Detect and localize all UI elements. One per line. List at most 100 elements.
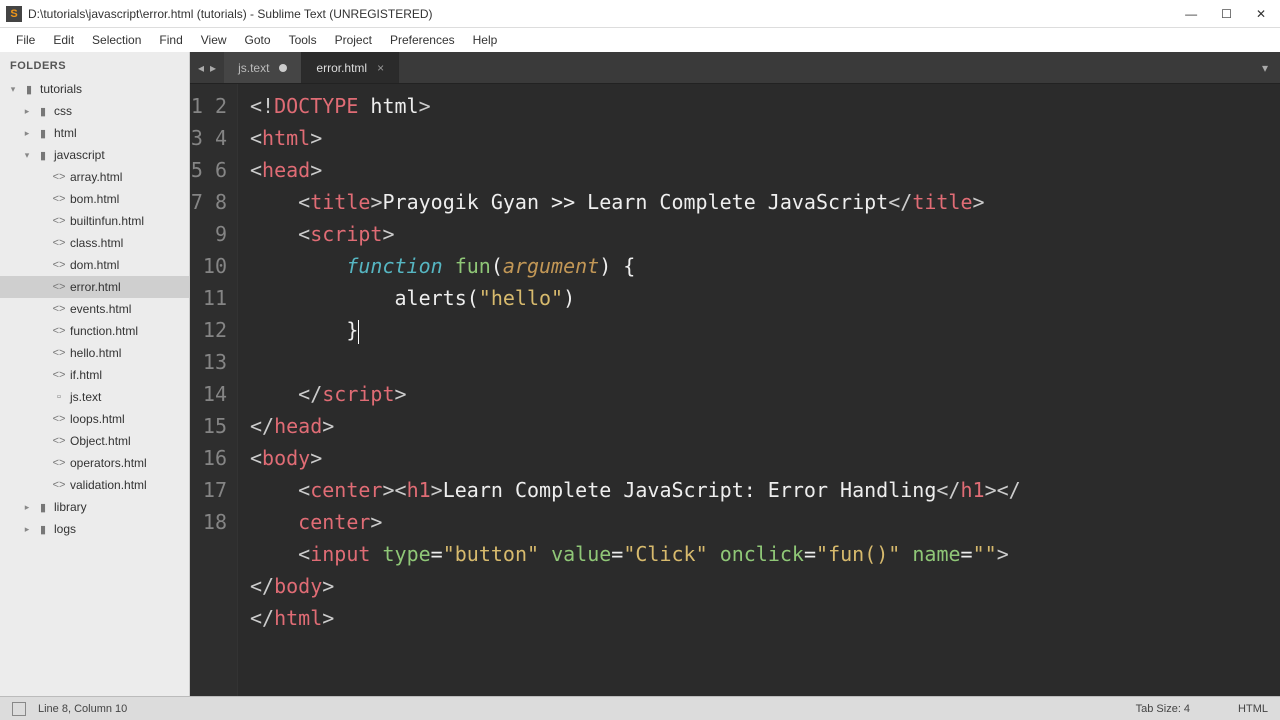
menu-edit[interactable]: Edit	[45, 31, 82, 49]
menu-view[interactable]: View	[193, 31, 235, 49]
folder-icon: ▮	[36, 523, 50, 536]
status-tabsize[interactable]: Tab Size: 4	[1136, 703, 1190, 715]
menu-selection[interactable]: Selection	[84, 31, 149, 49]
tree-label: if.html	[70, 368, 102, 382]
chevron-right-icon[interactable]: ▸	[22, 106, 32, 117]
folder-css[interactable]: ▸ ▮ css	[0, 100, 189, 122]
file-if.html[interactable]: <>if.html	[0, 364, 189, 386]
file-class.html[interactable]: <> class.html	[0, 232, 189, 254]
file-events.html[interactable]: <> events.html	[0, 298, 189, 320]
folder-icon: ▮	[36, 501, 50, 514]
folder-icon: ▮	[22, 83, 36, 96]
tab-js-text[interactable]: js.text	[224, 52, 302, 83]
code-file-icon: <>	[52, 193, 66, 205]
file-validation.html[interactable]: <>validation.html	[0, 474, 189, 496]
dirty-indicator-icon	[279, 64, 287, 72]
file-loops.html[interactable]: <> loops.html	[0, 408, 189, 430]
window-title: D:\tutorials\javascript\error.html (tuto…	[28, 7, 433, 21]
gutter: 1 2 3 4 5 6 7 8 9 10 11 12 13 14 15 16 1…	[190, 84, 238, 696]
code-file-icon: <>	[52, 413, 66, 425]
tree-label: class.html	[70, 236, 123, 250]
close-button[interactable]: ✕	[1256, 7, 1266, 21]
folder-library[interactable]: ▸ ▮ library	[0, 496, 189, 518]
tab-overflow-icon[interactable]: ▾	[1250, 52, 1280, 83]
tree-label: logs	[54, 522, 76, 536]
menu-help[interactable]: Help	[465, 31, 506, 49]
file-js.text[interactable]: ▫ js.text	[0, 386, 189, 408]
status-syntax[interactable]: HTML	[1238, 703, 1268, 715]
menu-file[interactable]: File	[8, 31, 43, 49]
file-error.html[interactable]: <> error.html	[0, 276, 189, 298]
folder-icon: ▮	[36, 105, 50, 118]
folder-icon: ▮	[36, 149, 50, 162]
folder-tutorials[interactable]: ▾ ▮ tutorials	[0, 78, 189, 100]
nav-forward-icon[interactable]: ▸	[210, 61, 216, 75]
tab-label: js.text	[238, 61, 269, 75]
tree-label: bom.html	[70, 192, 119, 206]
titlebar: S D:\tutorials\javascript\error.html (tu…	[0, 0, 1280, 28]
tree-label: html	[54, 126, 77, 140]
file-operators.html[interactable]: <> operators.html	[0, 452, 189, 474]
tab-close-icon[interactable]: ×	[377, 61, 384, 75]
file-hello.html[interactable]: <> hello.html	[0, 342, 189, 364]
chevron-down-icon[interactable]: ▾	[8, 84, 18, 95]
text-file-icon: ▫	[52, 391, 66, 403]
tree-label: events.html	[70, 302, 131, 316]
tabbar: ◂ ▸ js.text error.html × ▾	[190, 52, 1280, 84]
chevron-down-icon[interactable]: ▾	[22, 150, 32, 161]
folder-javascript[interactable]: ▾▮javascript	[0, 144, 189, 166]
editor-area: ◂ ▸ js.text error.html × ▾ 1 2 3 4 5 6 7 8…	[190, 52, 1280, 696]
nav-back-icon[interactable]: ◂	[198, 61, 204, 75]
tree-label: hello.html	[70, 346, 121, 360]
tab-label: error.html	[316, 61, 367, 75]
file-array.html[interactable]: <>array.html	[0, 166, 189, 188]
app-icon: S	[6, 6, 22, 22]
code-file-icon: <>	[52, 347, 66, 359]
tree-label: function.html	[70, 324, 138, 338]
folder-icon: ▮	[36, 127, 50, 140]
code-file-icon: <>	[52, 303, 66, 315]
status-panel-icon[interactable]	[12, 702, 26, 716]
folder-logs[interactable]: ▸ ▮ logs	[0, 518, 189, 540]
code-file-icon: <>	[52, 237, 66, 249]
chevron-right-icon[interactable]: ▸	[22, 524, 32, 535]
tree-label: css	[54, 104, 72, 118]
tree-label: library	[54, 500, 87, 514]
menu-goto[interactable]: Goto	[237, 31, 279, 49]
chevron-right-icon[interactable]: ▸	[22, 502, 32, 513]
code-file-icon: <>	[52, 215, 66, 227]
tree-label: js.text	[70, 390, 101, 404]
status-position[interactable]: Line 8, Column 10	[38, 703, 127, 715]
file-Object.html[interactable]: <> Object.html	[0, 430, 189, 452]
file-function.html[interactable]: <>function.html	[0, 320, 189, 342]
file-dom.html[interactable]: <>dom.html	[0, 254, 189, 276]
menu-preferences[interactable]: Preferences	[382, 31, 463, 49]
file-builtinfun.html[interactable]: <> builtinfun.html	[0, 210, 189, 232]
sidebar: FOLDERS ▾▮tutorials▸▮css▸▮html▾▮javascri…	[0, 52, 190, 696]
statusbar: Line 8, Column 10 Tab Size: 4 HTML	[0, 696, 1280, 720]
file-tree[interactable]: ▾▮tutorials▸▮css▸▮html▾▮javascript<>arra…	[0, 78, 189, 696]
code-editor[interactable]: <!DOCTYPE html> <html> <head> <title>Pra…	[238, 84, 1280, 696]
minimize-button[interactable]: —	[1185, 7, 1197, 21]
code-file-icon: <>	[52, 479, 66, 491]
file-bom.html[interactable]: <> bom.html	[0, 188, 189, 210]
tree-label: loops.html	[70, 412, 125, 426]
menu-tools[interactable]: Tools	[281, 31, 325, 49]
folder-html[interactable]: ▸ ▮ html	[0, 122, 189, 144]
tree-label: error.html	[70, 280, 121, 294]
tab-error-html[interactable]: error.html ×	[302, 52, 399, 83]
tree-label: Object.html	[70, 434, 131, 448]
sidebar-header: FOLDERS	[0, 52, 189, 78]
menu-project[interactable]: Project	[327, 31, 380, 49]
tree-label: array.html	[70, 170, 122, 184]
code-file-icon: <>	[52, 435, 66, 447]
tree-label: tutorials	[40, 82, 82, 96]
code-file-icon: <>	[52, 281, 66, 293]
tree-label: operators.html	[70, 456, 147, 470]
menu-find[interactable]: Find	[151, 31, 190, 49]
chevron-right-icon[interactable]: ▸	[22, 128, 32, 139]
tree-label: builtinfun.html	[70, 214, 144, 228]
maximize-button[interactable]: ☐	[1221, 7, 1232, 21]
code-file-icon: <>	[52, 457, 66, 469]
tab-nav: ◂ ▸	[190, 52, 224, 83]
